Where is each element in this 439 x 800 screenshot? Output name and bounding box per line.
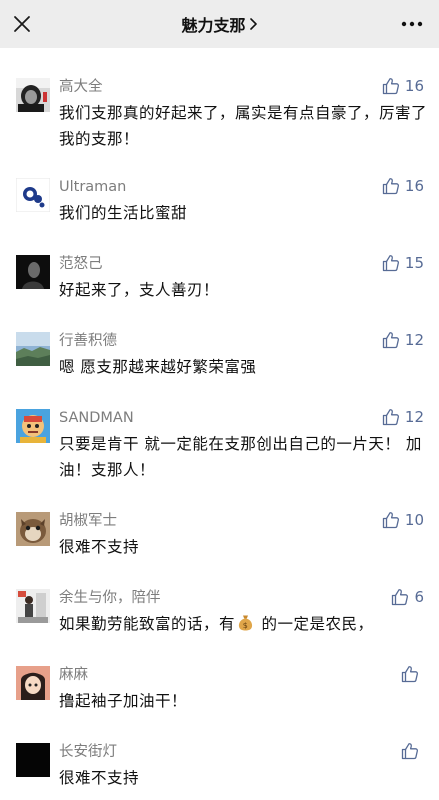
avatar[interactable]: [16, 409, 50, 443]
thumbs-up-icon: [382, 332, 399, 349]
comment-text: 我们的生活比蜜甜: [59, 204, 188, 222]
avatar[interactable]: [16, 512, 50, 546]
comment-username[interactable]: 麻麻: [59, 666, 88, 684]
comment-username[interactable]: 范怒己: [59, 255, 103, 273]
like-button[interactable]: [401, 665, 424, 683]
like-button[interactable]: 16: [382, 177, 424, 195]
comment-username[interactable]: SANDMAN: [59, 409, 134, 427]
page-title: 魅力支那: [181, 16, 246, 35]
more-button[interactable]: [397, 8, 427, 40]
like-button[interactable]: 12: [382, 331, 424, 349]
thumbs-up-icon: [392, 589, 409, 606]
like-count: 12: [404, 331, 424, 349]
avatar[interactable]: [16, 78, 50, 112]
like-count: 6: [414, 588, 424, 606]
chevron-right-icon: [249, 18, 257, 30]
article-title-link[interactable]: 魅力支那: [181, 12, 257, 36]
more-dots-icon: [401, 21, 423, 27]
thumbs-up-icon: [382, 178, 399, 195]
comment-text: 好起来了，支人善刃！: [59, 281, 220, 299]
comment-text: 嗯 愿支那越来越好繁荣富强: [59, 358, 257, 376]
like-button[interactable]: 16: [382, 77, 424, 95]
avatar[interactable]: [16, 255, 50, 289]
like-count: 16: [404, 77, 424, 95]
comment-username[interactable]: 胡椒军士: [59, 512, 117, 530]
comment-text: 只要是肯干 就一定能在支那创出自己的一片天！ 加油！支那人！: [59, 435, 422, 479]
like-button[interactable]: 15: [382, 254, 424, 272]
close-icon: [14, 16, 30, 32]
like-count: 15: [404, 254, 424, 272]
money-bag-icon: $: [238, 615, 253, 631]
close-button[interactable]: [8, 8, 36, 40]
thumbs-up-icon: [401, 666, 419, 683]
svg-text:$: $: [243, 621, 249, 630]
comment-text-part: 如果勤劳能致富的话，有: [59, 615, 236, 633]
like-count: 10: [404, 511, 424, 529]
avatar[interactable]: [16, 332, 50, 366]
comments-page: 魅力支那 高大全 我们支那真的好起来了，属实是有点自豪了，厉害了我的支那！ 16…: [0, 0, 439, 800]
comment-text: 很难不支持: [59, 538, 140, 556]
like-button[interactable]: 6: [391, 588, 424, 606]
like-button[interactable]: [401, 742, 424, 760]
comment-username[interactable]: 长安街灯: [59, 743, 117, 761]
avatar[interactable]: [16, 178, 50, 212]
like-button[interactable]: 10: [382, 511, 424, 529]
avatar[interactable]: [16, 743, 50, 777]
like-button[interactable]: 12: [382, 408, 424, 426]
comment-text: 撸起袖子加油干！: [59, 692, 188, 710]
top-bar: 魅力支那: [0, 0, 439, 48]
thumbs-up-icon: [382, 255, 399, 272]
avatar[interactable]: [16, 589, 50, 623]
comment-text: 如果勤劳能致富的话，有 $ 的一定是农民，: [59, 611, 427, 637]
comment-text: 很难不支持: [59, 769, 140, 787]
thumbs-up-icon: [382, 409, 399, 426]
thumbs-up-icon: [382, 78, 399, 95]
comment-text: 我们支那真的好起来了，属实是有点自豪了，厉害了我的支那！: [59, 104, 428, 148]
avatar[interactable]: [16, 666, 50, 700]
thumbs-up-icon: [382, 512, 399, 529]
like-count: 16: [404, 177, 424, 195]
comment-username[interactable]: Ultraman: [59, 178, 126, 196]
comment-username[interactable]: 余生与你，陪伴: [59, 589, 161, 607]
comment-username[interactable]: 高大全: [59, 78, 103, 96]
comment-list: 高大全 我们支那真的好起来了，属实是有点自豪了，厉害了我的支那！ 16 Ultr…: [0, 48, 439, 800]
comment-username[interactable]: 行善积德: [59, 332, 117, 350]
comment-text-part: 的一定是农民，: [256, 615, 374, 633]
thumbs-up-icon: [401, 743, 419, 760]
like-count: 12: [404, 408, 424, 426]
